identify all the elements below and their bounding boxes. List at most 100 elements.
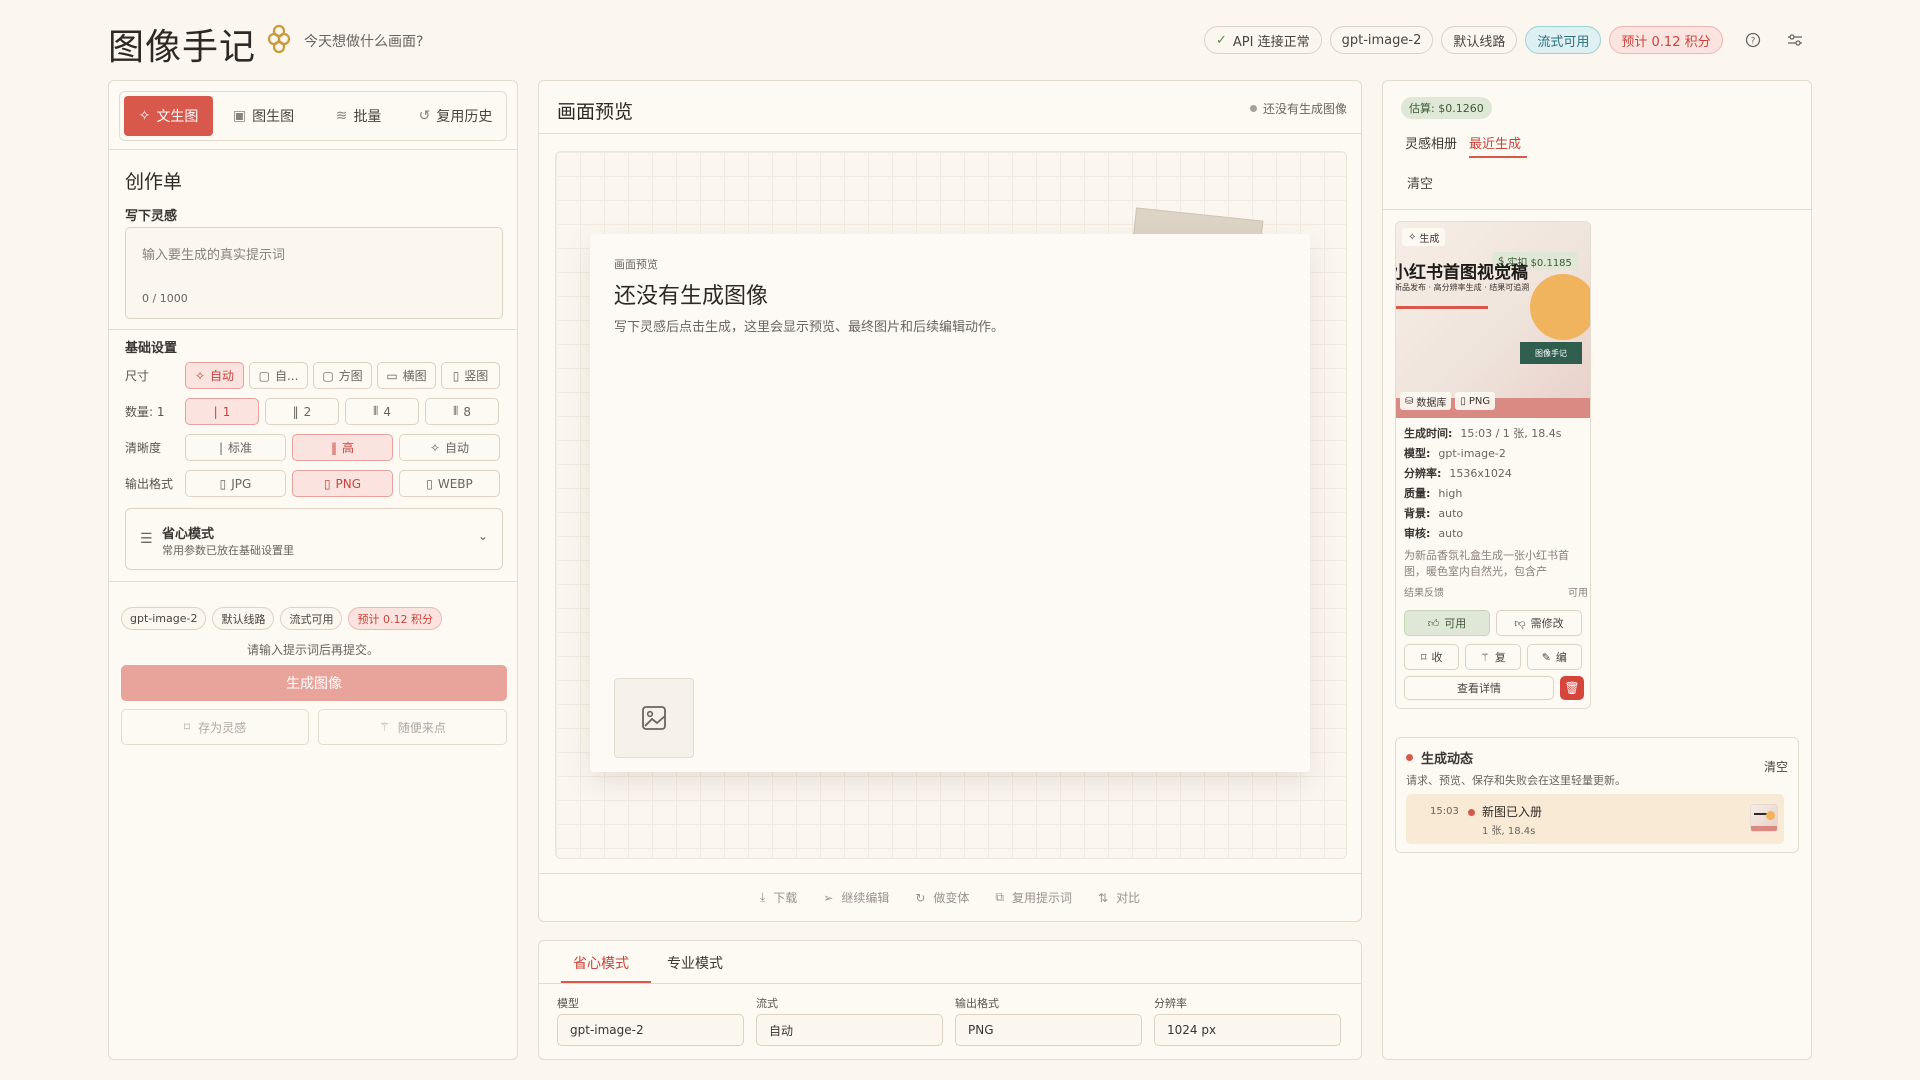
meta-time: 生成时间: 15:03 / 1 张, 18.4s	[1404, 427, 1562, 440]
result-toolbar: ⤓ 下载 ➢ 继续编辑 ↻ 做变体 ⧉ 复用提示词 ⇅ 对比	[539, 889, 1361, 906]
pencil-icon: ✎	[1541, 650, 1551, 664]
tab-text-to-image[interactable]: ✧ 文生图	[124, 96, 214, 136]
settings-sliders-icon[interactable]	[1781, 26, 1809, 54]
model-field[interactable]: gpt-image-2	[557, 1014, 744, 1046]
model-badge[interactable]: gpt-image-2	[1329, 26, 1434, 54]
compare-icon: ⇅	[1098, 890, 1109, 905]
bottom-settings-panel: 省心模式 专业模式 模型 gpt-image-2 流式 自动 输出格式 PNG 分辨率…	[538, 940, 1362, 1060]
refresh-icon: ↻	[915, 890, 926, 905]
tab-image-to-image[interactable]: ▣ 图生图	[219, 96, 308, 136]
delete-button[interactable]: 🗑︎	[1560, 676, 1584, 700]
format-png-option[interactable]: ▯ PNG	[292, 470, 393, 497]
edit-button[interactable]: ✎ 编	[1526, 644, 1582, 670]
size-landscape-option[interactable]: ▭ 横图	[377, 362, 436, 389]
stream-badge: 流式可用	[1525, 26, 1602, 54]
activity-clear-button[interactable]: 清空	[1764, 758, 1788, 775]
variant-button[interactable]: ↻ 做变体	[915, 889, 969, 906]
generated-badge: ✧ 生成	[1402, 228, 1446, 246]
check-circle-icon: ✓	[1216, 32, 1227, 48]
empty-state-card: 画面预览 还没有生成图像 写下灵感后点击生成，这里会显示预览、最终图片和后续编辑…	[590, 234, 1310, 772]
bar-icon: |	[218, 440, 224, 455]
route-badge[interactable]: 默认线路	[1441, 26, 1518, 54]
format-field[interactable]: PNG	[955, 1014, 1142, 1046]
event-thumbnail	[1750, 804, 1778, 832]
preview-title: 画面预览	[557, 101, 634, 123]
svg-text:?: ?	[1750, 37, 1755, 47]
size-square-option[interactable]: ▢ 方图	[313, 362, 372, 389]
count-label: 数量: 1	[125, 405, 165, 419]
size-custom-option[interactable]: ▢ 自...	[249, 362, 308, 389]
tab-pro-mode[interactable]: 专业模式	[667, 953, 723, 973]
reuse-prompt-button[interactable]: ⧉ 复用提示词	[995, 889, 1072, 906]
quality-standard-option[interactable]: | 标准	[185, 434, 286, 461]
count-1-option[interactable]: | 1	[185, 398, 259, 425]
redo-button[interactable]: ⚚ 复	[1465, 644, 1521, 670]
file-icon: ▯	[219, 476, 227, 491]
meta-resolution: 分辨率: 1536x1024	[1404, 467, 1512, 480]
feedback-label: 结果反馈	[1404, 588, 1444, 599]
tab-history[interactable]: ↺ 复用历史	[409, 96, 502, 136]
activity-desc: 请求、预览、保存和失败会在这里轻量更新。	[1406, 774, 1626, 787]
resolution-field[interactable]: 1024 px	[1154, 1014, 1341, 1046]
result-thumbnail[interactable]: ✧ 生成 $ 实扣 $0.1185 小红书首图视觉稿 新品发布 · 高分辨率生成 ·…	[1396, 222, 1590, 418]
history-icon: ↺	[418, 108, 431, 124]
feedback-good-button[interactable]: 👍︎ 可用	[1404, 610, 1490, 636]
count-4-option[interactable]: ⦀ 4	[345, 398, 419, 425]
stream-field-label: 流式	[756, 997, 778, 1010]
event-subtitle: 1 张, 18.4s	[1482, 826, 1536, 837]
bars-icon: ‖	[330, 440, 337, 455]
trash-icon: 🗑︎	[1564, 681, 1580, 695]
layers-icon: ≋	[335, 108, 348, 124]
count-8-option[interactable]: ⦀ 8	[425, 398, 499, 425]
format-webp-option[interactable]: ▯ WEBP	[399, 470, 500, 497]
compare-button[interactable]: ⇅ 对比	[1098, 889, 1140, 906]
prompt-label: 写下灵感	[125, 209, 178, 224]
activity-dot-icon	[1406, 754, 1413, 761]
meta-moderation: 审核: auto	[1404, 527, 1464, 540]
tab-easy-mode[interactable]: 省心模式	[573, 953, 629, 973]
random-button[interactable]: ⚚ 随便来点	[318, 709, 507, 745]
event-title: 新图已入册	[1482, 805, 1543, 819]
activity-event[interactable]: 15:03 新图已入册 1 张, 18.4s	[1406, 794, 1784, 844]
chevron-down-icon: ⌄	[477, 529, 488, 543]
activity-card: 生成动态 清空 请求、预览、保存和失败会在这里轻量更新。 15:03 新图已入册…	[1395, 737, 1799, 853]
format-jpg-option[interactable]: ▯ JPG	[185, 470, 286, 497]
easy-mode-desc: 常用参数已放在基础设置里	[162, 544, 294, 557]
tab-batch[interactable]: ≋ 批量	[314, 96, 403, 136]
tab-recent[interactable]: 最近生成	[1469, 133, 1521, 152]
count-2-option[interactable]: ‖ 2	[265, 398, 339, 425]
bars-icon: ⦀	[373, 404, 379, 418]
empty-title: 还没有生成图像	[614, 284, 769, 309]
chip-stream: 流式可用	[280, 607, 343, 630]
meta-background: 背景: auto	[1404, 507, 1464, 520]
thumbs-down-icon: 👎︎	[1514, 616, 1526, 630]
feedback-bad-button[interactable]: 👎︎ 需修改	[1496, 610, 1582, 636]
view-details-button[interactable]: 查看详情	[1404, 676, 1554, 700]
download-button[interactable]: ⤓ 下载	[760, 889, 797, 906]
clear-button[interactable]: 清空	[1407, 173, 1433, 192]
quality-high-option[interactable]: ‖ 高	[292, 434, 393, 461]
format-label: 输出格式	[125, 477, 174, 491]
tab-inspiration-album[interactable]: 灵感相册	[1405, 133, 1457, 152]
chip-cost: 预计 0.12 积分	[348, 607, 442, 630]
preview-canvas: 画面预览 还没有生成图像 写下灵感后点击生成，这里会显示预览、最终图片和后续编辑…	[555, 151, 1347, 859]
easy-mode-toggle[interactable]: ☰ 省心模式 常用参数已放在基础设置里 ⌄	[125, 508, 503, 570]
prompt-textarea[interactable]: 输入要生成的真实提示词 0 / 1000	[125, 227, 503, 319]
save-inspiration-button[interactable]: ⌑ 存为灵感	[121, 709, 309, 745]
size-label: 尺寸	[125, 369, 150, 383]
event-dot-icon	[1468, 809, 1475, 816]
prompt-placeholder: 输入要生成的真实提示词	[142, 248, 286, 263]
continue-edit-button[interactable]: ➢ 继续编辑	[823, 889, 889, 906]
app-subtitle: 今天想做什么画面?	[304, 34, 424, 50]
help-icon[interactable]: ?	[1739, 26, 1767, 54]
quality-auto-option[interactable]: ✧ 自动	[399, 434, 500, 461]
stream-field[interactable]: 自动	[756, 1014, 943, 1046]
size-auto-option[interactable]: ✧ 自动	[185, 362, 244, 389]
database-icon: ⛁	[1405, 395, 1414, 407]
favorite-button[interactable]: ⌑ 收	[1404, 644, 1460, 670]
size-portrait-option[interactable]: ▯ 竖图	[441, 362, 500, 389]
result-card[interactable]: ✧ 生成 $ 实扣 $0.1185 小红书首图视觉稿 新品发布 · 高分辨率生成 ·…	[1395, 221, 1591, 709]
file-icon: ▯	[1460, 395, 1466, 407]
bar-icon: |	[213, 404, 218, 419]
generate-button[interactable]: 生成图像	[121, 665, 507, 701]
